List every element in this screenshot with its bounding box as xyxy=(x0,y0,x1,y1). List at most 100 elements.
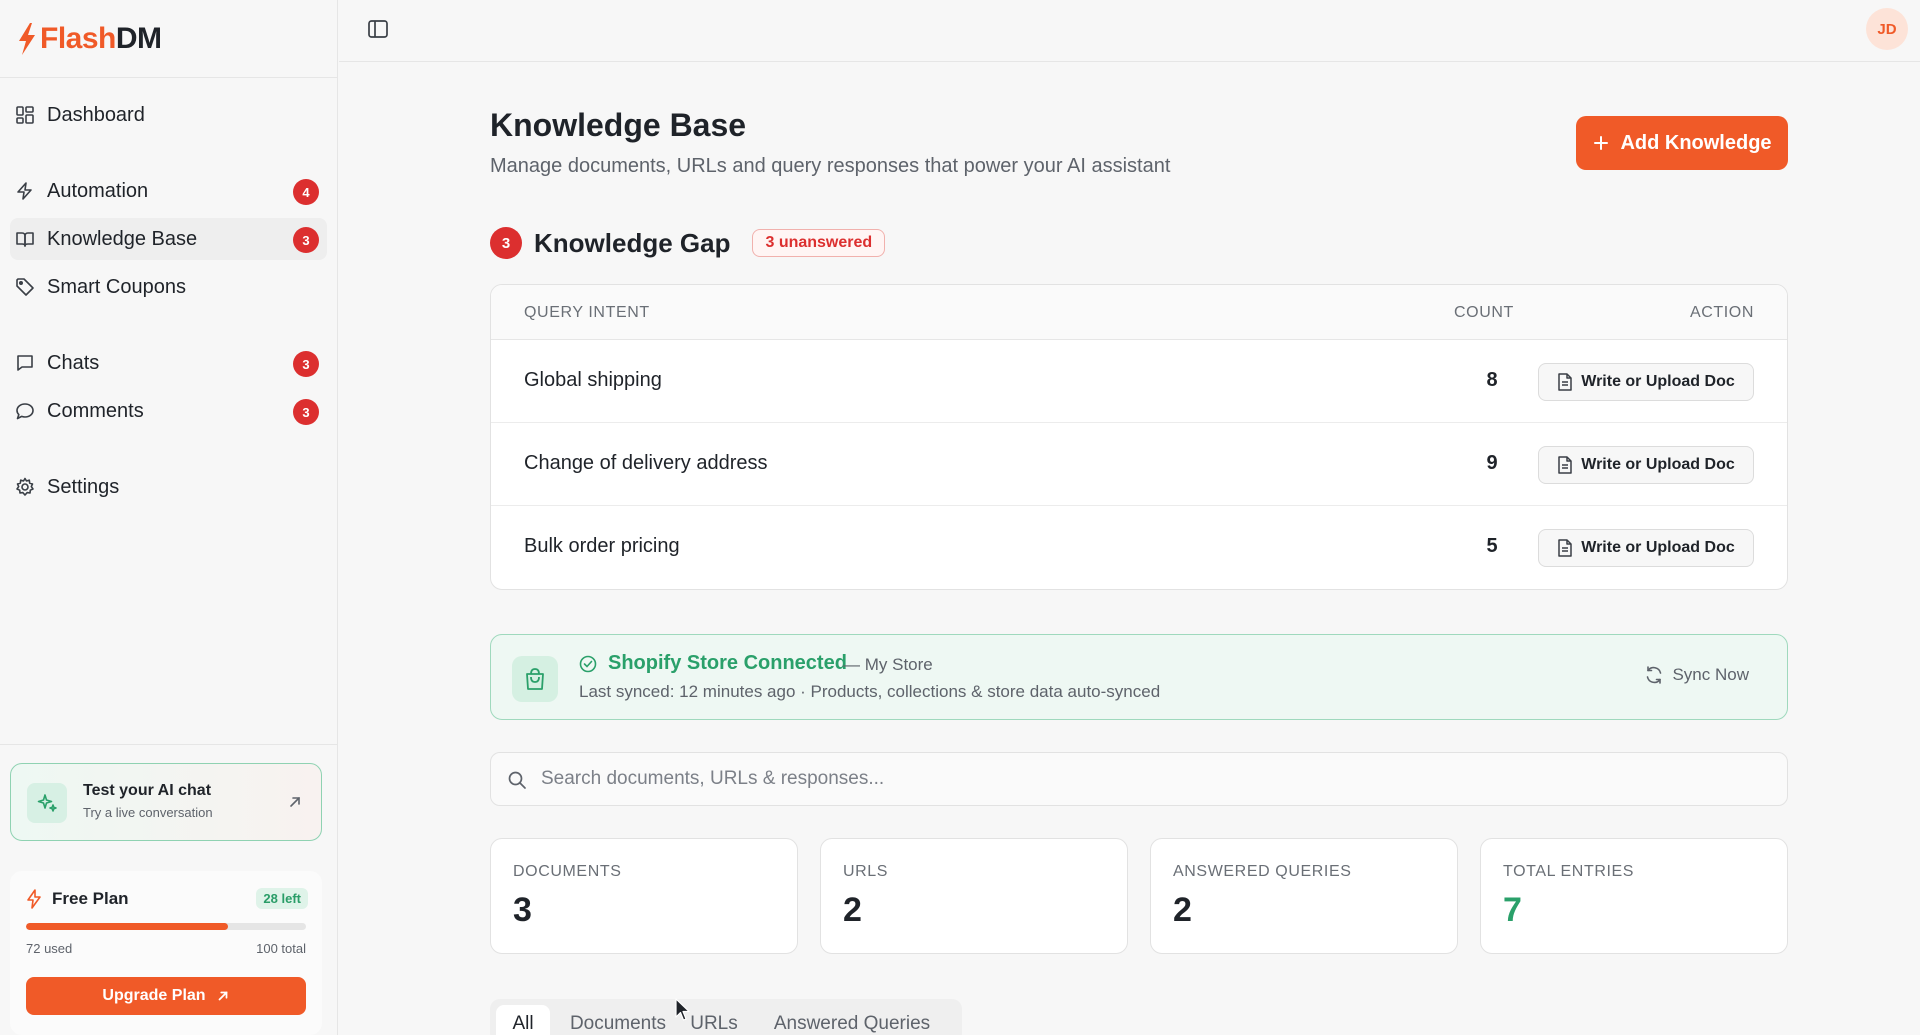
upgrade-plan-label: Upgrade Plan xyxy=(102,987,206,1004)
write-or-upload-doc-label: Write or Upload Doc xyxy=(1581,539,1735,556)
stat-label: DOCUMENTS xyxy=(513,863,622,880)
search-input[interactable] xyxy=(541,753,1741,805)
query-count: 9 xyxy=(1486,452,1498,474)
stat-value: 2 xyxy=(1173,891,1192,929)
book-icon xyxy=(16,232,34,247)
mouse-cursor-icon xyxy=(675,998,690,1021)
write-or-upload-doc-button[interactable]: Write or Upload Doc xyxy=(1538,363,1754,401)
check-circle-icon xyxy=(579,655,597,673)
sidebar-item-label: Knowledge Base xyxy=(47,227,198,250)
count-badge: 4 xyxy=(293,179,319,205)
sidebar-item-settings[interactable]: Settings xyxy=(10,466,327,508)
sidebar-item-dashboard[interactable]: Dashboard xyxy=(10,94,327,136)
table-row: Change of delivery address 9 Write or Up… xyxy=(491,423,1787,506)
stat-card-documents: DOCUMENTS 3 xyxy=(490,838,798,954)
tab-answered-queries[interactable]: Answered Queries xyxy=(752,1005,952,1035)
plan-usage-fill xyxy=(26,923,228,930)
page-subtitle: Manage documents, URLs and query respons… xyxy=(490,155,1171,177)
brand-name-dm: DM xyxy=(115,21,162,55)
sidebar-item-comments[interactable]: Comments 3 xyxy=(10,390,327,432)
sidebar-item-automation[interactable]: Automation 4 xyxy=(10,170,327,212)
write-or-upload-doc-button[interactable]: Write or Upload Doc xyxy=(1538,529,1754,567)
gap-count-badge: 3 xyxy=(490,227,522,259)
stat-value: 2 xyxy=(843,891,862,929)
sidebar-item-label: Chats xyxy=(47,351,100,374)
column-header-count: COUNT xyxy=(1454,304,1514,321)
tab-all[interactable]: All xyxy=(496,1005,550,1035)
stat-label: URLS xyxy=(843,863,889,880)
plan-usage-bar xyxy=(26,923,306,930)
write-or-upload-doc-button[interactable]: Write or Upload Doc xyxy=(1538,446,1754,484)
sidebar-nav: Dashboard Automation 4 Knowledge Base 3 … xyxy=(0,78,337,508)
sync-now-label: Sync Now xyxy=(1672,665,1749,684)
document-icon xyxy=(1558,539,1572,557)
query-count: 8 xyxy=(1486,369,1498,391)
count-badge: 3 xyxy=(293,227,319,253)
upgrade-plan-button[interactable]: Upgrade Plan xyxy=(26,977,306,1015)
brand-logo[interactable]: Flash DM xyxy=(0,0,337,78)
count-badge: 3 xyxy=(293,351,319,377)
comment-icon xyxy=(16,403,34,420)
top-bar: JD xyxy=(339,0,1920,62)
stats-row: DOCUMENTS 3 URLS 2 ANSWERED QUERIES 2 TO… xyxy=(490,838,1788,954)
knowledge-gap-table: QUERY INTENT COUNT ACTION Global shippin… xyxy=(490,284,1788,590)
sidebar-item-smart-coupons[interactable]: Smart Coupons xyxy=(10,266,327,308)
chat-icon xyxy=(17,355,33,371)
table-row: Global shipping 8 Write or Upload Doc xyxy=(491,340,1787,423)
knowledge-gap-header: 3 Knowledge Gap 3 unanswered xyxy=(490,226,886,260)
plan-remaining-badge: 28 left xyxy=(256,888,308,909)
stat-card-answered-queries: ANSWERED QUERIES 2 xyxy=(1150,838,1458,954)
column-header-query-intent: QUERY INTENT xyxy=(524,304,650,321)
query-count: 5 xyxy=(1486,535,1498,557)
arrow-up-right-icon xyxy=(218,991,227,1001)
table-header: QUERY INTENT COUNT ACTION xyxy=(491,285,1787,340)
shopify-store-name: — My Store xyxy=(843,655,933,674)
add-knowledge-label: Add Knowledge xyxy=(1620,131,1772,154)
sidebar-item-label: Dashboard xyxy=(47,103,145,126)
add-knowledge-button[interactable]: Add Knowledge xyxy=(1576,116,1788,170)
knowledge-search xyxy=(490,752,1788,806)
shopping-bag-icon xyxy=(512,656,558,702)
sidebar-item-knowledge-base[interactable]: Knowledge Base 3 xyxy=(10,218,327,260)
shopify-sync-info: Last synced: 12 minutes ago · Products, … xyxy=(579,682,1161,701)
plan-name: Free Plan xyxy=(52,889,129,908)
gear-icon xyxy=(16,477,34,496)
sync-now-button[interactable]: Sync Now xyxy=(1644,665,1749,685)
dashboard-icon xyxy=(16,106,34,124)
query-intent: Global shipping xyxy=(524,369,662,391)
sidebar-toggle-icon[interactable] xyxy=(367,18,389,40)
sidebar-item-label: Settings xyxy=(47,475,120,498)
stat-card-total-entries: TOTAL ENTRIES 7 xyxy=(1480,838,1788,954)
table-row: Bulk order pricing 5 Write or Upload Doc xyxy=(491,506,1787,589)
test-ai-chat-card[interactable]: Test your AI chat Try a live conversatio… xyxy=(10,763,322,841)
plan-used: 72 used xyxy=(26,941,73,956)
tab-documents[interactable]: Documents xyxy=(560,1005,676,1035)
tab-urls[interactable]: URLs xyxy=(684,1005,744,1035)
sidebar-item-label: Comments xyxy=(47,399,144,422)
test-chat-subtitle: Try a live conversation xyxy=(83,805,213,820)
stat-card-urls: URLS 2 xyxy=(820,838,1128,954)
column-header-action: ACTION xyxy=(1689,304,1754,321)
plus-icon xyxy=(1594,136,1609,150)
stat-value: 3 xyxy=(513,891,532,929)
stat-value: 7 xyxy=(1503,891,1522,929)
bolt-icon xyxy=(27,889,41,909)
document-icon xyxy=(1558,373,1572,391)
sidebar-item-label: Smart Coupons xyxy=(47,275,186,298)
search-icon xyxy=(508,771,526,789)
sidebar: Flash DM Dashboard Automation 4 Knowledge… xyxy=(0,0,338,1035)
sidebar-item-chats[interactable]: Chats 3 xyxy=(10,342,327,384)
knowledge-gap-title: Knowledge Gap xyxy=(534,227,731,258)
document-icon xyxy=(1558,456,1572,474)
sidebar-footer: Test your AI chat Try a live conversatio… xyxy=(0,744,338,1035)
stat-label: TOTAL ENTRIES xyxy=(1503,863,1635,880)
avatar[interactable]: JD xyxy=(1866,8,1908,50)
unanswered-badge: 3 unanswered xyxy=(752,229,886,257)
write-or-upload-doc-label: Write or Upload Doc xyxy=(1581,373,1735,390)
sidebar-item-label: Automation xyxy=(47,179,149,202)
shopify-status: Shopify Store Connected xyxy=(608,652,847,674)
shopify-connection-banner: Shopify Store Connected — My Store Last … xyxy=(490,634,1788,720)
refresh-icon xyxy=(1647,666,1662,684)
tag-icon xyxy=(16,278,34,296)
bolt-logo-icon xyxy=(19,22,35,55)
